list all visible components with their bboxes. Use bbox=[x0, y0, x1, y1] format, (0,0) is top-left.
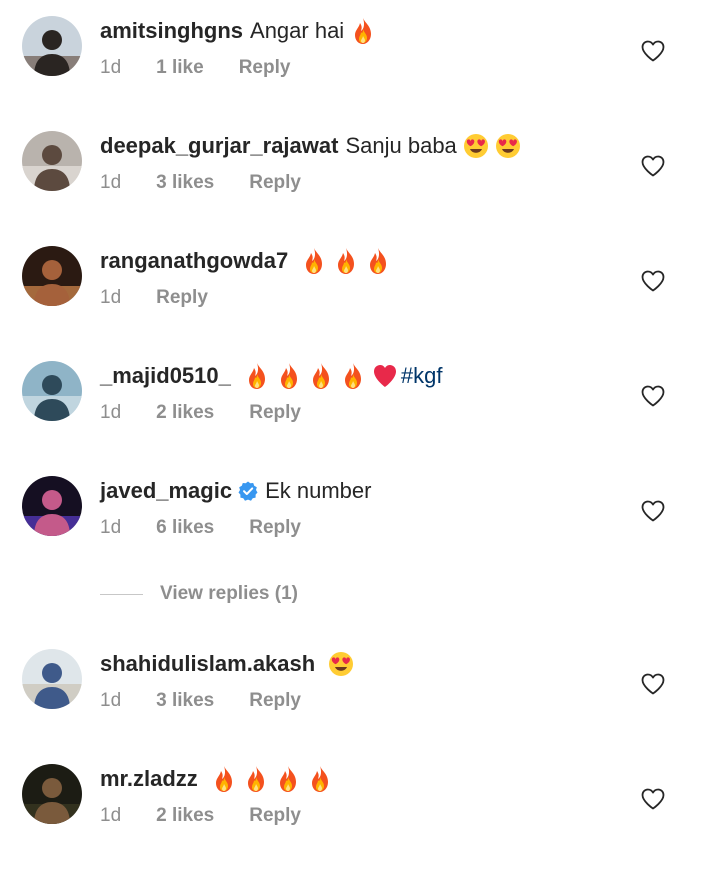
comment-meta: 1d Reply bbox=[100, 286, 243, 310]
fire-emoji-icon bbox=[244, 362, 270, 390]
heart-eyes-emoji-icon bbox=[463, 132, 489, 160]
heart-eyes-emoji-icon bbox=[328, 650, 354, 678]
fire-emoji-icon bbox=[340, 362, 366, 390]
reply-button[interactable]: Reply bbox=[249, 690, 301, 711]
comment-username[interactable]: ranganathgowda7 bbox=[100, 246, 288, 276]
comment-item: mr.zladzz 1d 2 likes Reply bbox=[0, 764, 706, 874]
fire-emoji-icon bbox=[350, 17, 376, 45]
reply-button[interactable]: Reply bbox=[249, 172, 301, 193]
comment-item: amitsinghgns Angar hai 1d 1 like Reply bbox=[0, 16, 706, 126]
comment-likes[interactable]: 2 likes bbox=[156, 805, 214, 826]
comment-username[interactable]: javed_magic bbox=[100, 476, 232, 506]
comment-item: _majid0510_ #kgf 1d 2 likes Reply bbox=[0, 361, 706, 471]
avatar[interactable] bbox=[22, 131, 82, 191]
heart-outline-icon[interactable] bbox=[641, 155, 665, 177]
heart-outline-icon[interactable] bbox=[641, 270, 665, 292]
comment-timestamp: 1d bbox=[100, 57, 122, 78]
comment-meta: 1d 3 likes Reply bbox=[100, 171, 336, 195]
comment-text: Ek number bbox=[265, 478, 372, 503]
comment-timestamp: 1d bbox=[100, 517, 122, 538]
comment-timestamp: 1d bbox=[100, 690, 122, 711]
reply-button[interactable]: Reply bbox=[249, 517, 301, 538]
comment-meta: 1d 2 likes Reply bbox=[100, 401, 336, 425]
avatar[interactable] bbox=[22, 649, 82, 709]
fire-emoji-icon bbox=[308, 362, 334, 390]
comment-item: ranganathgowda7 1d Reply bbox=[0, 246, 706, 356]
comment-likes[interactable]: 1 like bbox=[156, 57, 204, 78]
comment-item: javed_magic Ek number 1d 6 likes Reply bbox=[0, 476, 706, 586]
reply-button[interactable]: Reply bbox=[156, 287, 208, 308]
reply-button[interactable]: Reply bbox=[249, 402, 301, 423]
fire-emoji-icon bbox=[211, 765, 237, 793]
comment-likes[interactable]: 3 likes bbox=[156, 690, 214, 711]
avatar[interactable] bbox=[22, 246, 82, 306]
avatar[interactable] bbox=[22, 764, 82, 824]
comment-meta: 1d 6 likes Reply bbox=[100, 516, 336, 540]
comment-item: shahidulislam.akash 1d 3 likes Reply bbox=[0, 649, 706, 759]
red-heart-emoji-icon bbox=[372, 362, 398, 390]
fire-emoji-icon bbox=[276, 362, 302, 390]
avatar[interactable] bbox=[22, 16, 82, 76]
view-replies-label: View replies (1) bbox=[160, 583, 298, 604]
view-replies-divider bbox=[100, 593, 143, 595]
comment-username[interactable]: shahidulislam.akash bbox=[100, 649, 315, 679]
fire-emoji-icon bbox=[243, 765, 269, 793]
comment-line: javed_magic Ek number bbox=[100, 476, 371, 506]
comment-timestamp: 1d bbox=[100, 805, 122, 826]
hashtag-link[interactable]: #kgf bbox=[401, 361, 443, 391]
comment-item: deepak_gurjar_rajawat Sanju baba 1d 3 likes… bbox=[0, 131, 706, 241]
comment-line: amitsinghgns Angar hai bbox=[100, 16, 376, 46]
comment-meta: 1d 2 likes Reply bbox=[100, 804, 336, 828]
comment-username[interactable]: amitsinghgns bbox=[100, 16, 243, 46]
comment-timestamp: 1d bbox=[100, 402, 122, 423]
comment-line: deepak_gurjar_rajawat Sanju baba bbox=[100, 131, 521, 161]
comment-likes[interactable]: 6 likes bbox=[156, 517, 214, 538]
heart-outline-icon[interactable] bbox=[641, 40, 665, 62]
fire-emoji-icon bbox=[275, 765, 301, 793]
comment-likes[interactable]: 2 likes bbox=[156, 402, 214, 423]
fire-emoji-icon bbox=[333, 247, 359, 275]
comment-username[interactable]: _majid0510_ bbox=[100, 361, 231, 391]
comment-text: Sanju baba bbox=[345, 133, 457, 158]
fire-emoji-icon bbox=[301, 247, 327, 275]
comment-meta: 1d 1 like Reply bbox=[100, 56, 325, 80]
heart-outline-icon[interactable] bbox=[641, 788, 665, 810]
comment-line: mr.zladzz bbox=[100, 764, 333, 794]
comment-username[interactable]: mr.zladzz bbox=[100, 764, 198, 794]
comment-line: _majid0510_ #kgf bbox=[100, 361, 442, 391]
comment-username[interactable]: deepak_gurjar_rajawat bbox=[100, 131, 338, 161]
comment-timestamp: 1d bbox=[100, 287, 122, 308]
reply-button[interactable]: Reply bbox=[249, 805, 301, 826]
heart-outline-icon[interactable] bbox=[641, 385, 665, 407]
view-replies-button[interactable]: View replies (1) bbox=[100, 580, 500, 608]
fire-emoji-icon bbox=[307, 765, 333, 793]
comment-line: shahidulislam.akash bbox=[100, 649, 354, 679]
verified-badge-icon bbox=[238, 481, 258, 501]
comment-timestamp: 1d bbox=[100, 172, 122, 193]
comment-text: Angar hai bbox=[250, 18, 345, 43]
comment-line: ranganathgowda7 bbox=[100, 246, 391, 276]
fire-emoji-icon bbox=[365, 247, 391, 275]
heart-eyes-emoji-icon bbox=[495, 132, 521, 160]
comment-likes[interactable]: 3 likes bbox=[156, 172, 214, 193]
comment-meta: 1d 3 likes Reply bbox=[100, 689, 336, 713]
reply-button[interactable]: Reply bbox=[239, 57, 291, 78]
heart-outline-icon[interactable] bbox=[641, 500, 665, 522]
avatar[interactable] bbox=[22, 476, 82, 536]
avatar[interactable] bbox=[22, 361, 82, 421]
heart-outline-icon[interactable] bbox=[641, 673, 665, 695]
